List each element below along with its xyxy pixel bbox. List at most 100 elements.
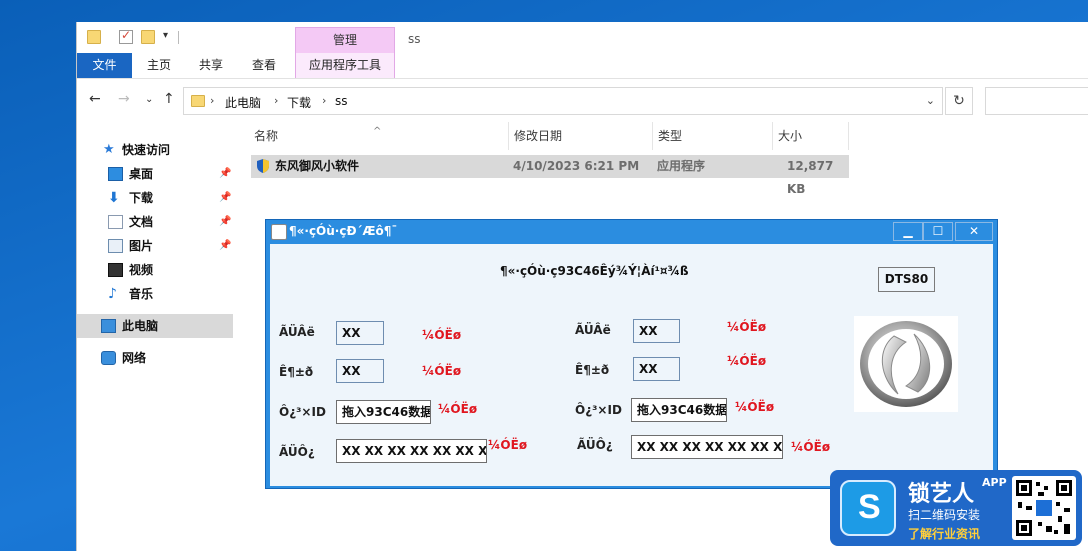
recent-locations-icon[interactable]: ⌄ <box>145 94 153 105</box>
tab-view[interactable]: 查看 <box>252 53 276 78</box>
breadcrumb-downloads[interactable]: 下载 <box>287 94 311 111</box>
watermark-app-badge: APP <box>982 476 1007 489</box>
dts80-button[interactable]: DTS80 <box>878 267 935 292</box>
right-password-status: ¼ÓËø <box>727 320 767 334</box>
left-ident-field[interactable]: XX <box>336 359 384 383</box>
brand-logo-glyph: S <box>858 488 881 526</box>
up-arrow-icon[interactable]: ↑ <box>163 91 175 107</box>
sidebar-item-label: 此电脑 <box>122 319 159 333</box>
address-box[interactable]: › 此电脑 › 下载 › ss ⌄ <box>183 87 943 115</box>
left-password-field[interactable]: XX <box>336 321 384 345</box>
pin-icon: 📌 <box>219 168 232 179</box>
sidebar-item-desktop[interactable]: 桌面 📌 <box>77 162 233 186</box>
sidebar-item-downloads[interactable]: ⬇ 下载 📌 <box>77 186 233 210</box>
music-note-icon: ♪ <box>108 286 117 302</box>
network-icon <box>101 351 116 365</box>
sort-ascending-icon: ^ <box>373 126 382 137</box>
tab-file[interactable]: 文件 <box>77 53 132 78</box>
tool-dialog-window: ¶«·çÓù·çÐ´Æô¶¯ ▁ ☐ ✕ ¶«·çÓù·ç93C46Êý¾Ý¦À… <box>265 219 998 489</box>
dialog-heading: ¶«·çÓù·ç93C46Êý¾Ý¦Àí¹¤¾ß <box>500 264 689 278</box>
dialog-client-area: ¶«·çÓù·ç93C46Êý¾Ý¦Àí¹¤¾ß DTS80 ÃÜÂë XX ¼… <box>270 244 993 486</box>
refresh-icon[interactable]: ↻ <box>945 87 973 115</box>
checklist-icon[interactable] <box>119 28 133 44</box>
close-icon[interactable]: ✕ <box>955 222 993 241</box>
column-header-name[interactable]: 名称 ^ <box>249 122 509 150</box>
address-dropdown-icon[interactable]: ⌄ <box>926 94 935 107</box>
sidebar-item-label: 网络 <box>122 351 147 365</box>
address-bar-row: ← → ⌄ ↑ › 此电脑 › 下载 › ss ⌄ ↻ <box>77 85 1088 115</box>
sidebar-item-label: 快速访问 <box>122 143 171 157</box>
brand-logo-icon: S <box>840 480 896 536</box>
column-header-modified[interactable]: 修改日期 <box>509 122 653 150</box>
watermark-info-text: 了解行业资讯 <box>908 527 981 541</box>
back-arrow-icon[interactable]: ← <box>89 91 101 107</box>
quick-access-toolbar: ▾ 管理 ss <box>77 22 1088 53</box>
desktop-icon <box>108 167 123 181</box>
file-modified: 4/10/2023 6:21 PM <box>513 159 640 173</box>
breadcrumb-ss[interactable]: ss <box>335 94 348 108</box>
sidebar-item-network[interactable]: 网络 <box>77 346 233 370</box>
right-key-status: ¼ÓËø <box>791 440 831 454</box>
tab-app-tools[interactable]: 应用程序工具 <box>295 53 395 78</box>
right-ident-label: Ê¶±ð <box>575 363 610 377</box>
right-ident-status: ¼ÓËø <box>727 354 767 368</box>
forward-arrow-icon[interactable]: → <box>118 91 130 107</box>
download-arrow-icon: ⬇ <box>108 190 120 206</box>
sidebar-item-quick-access[interactable]: ★ 快速访问 <box>77 138 233 162</box>
maximize-icon[interactable]: ☐ <box>923 222 953 241</box>
car-logo-image <box>854 316 958 412</box>
qat-separator <box>178 31 179 44</box>
dialog-title-bar[interactable]: ¶«·çÓù·çÐ´Æô¶¯ ▁ ☐ ✕ <box>266 220 997 244</box>
right-key-id-field[interactable]: 拖入93C46数据 <box>631 398 727 422</box>
file-size: 12,877 KB <box>787 159 834 196</box>
car-logo-icon <box>860 321 952 407</box>
sidebar-item-pictures[interactable]: 图片 📌 <box>77 234 233 258</box>
left-key-id-field[interactable]: 拖入93C46数据 <box>336 400 431 424</box>
sidebar-item-documents[interactable]: 文档 📌 <box>77 210 233 234</box>
breadcrumb-separator: › <box>274 94 279 107</box>
table-row[interactable]: 东风御风小软件 4/10/2023 6:21 PM 应用程序 12,877 KB <box>251 155 849 196</box>
window-title: ss <box>408 32 421 46</box>
sidebar-item-label: 下载 <box>129 191 154 205</box>
left-key-field[interactable]: XX XX XX XX XX XX XX <box>336 439 487 463</box>
right-ident-field[interactable]: XX <box>633 357 680 381</box>
column-header-size[interactable]: 大小 <box>773 122 849 150</box>
app-icon <box>271 224 287 240</box>
file-list: 名称 ^ 修改日期 类型 大小 东风御风小软件 4/10/2023 6:21 P… <box>249 122 1088 196</box>
sidebar-item-this-pc[interactable]: 此电脑 <box>77 314 233 338</box>
right-key-id-label: Ô¿³×ID <box>575 403 622 417</box>
shield-icon <box>257 159 269 173</box>
left-key-status: ¼ÓËø <box>488 438 528 452</box>
minimize-icon[interactable]: ▁ <box>893 222 923 241</box>
right-key-label: ÃÜÔ¿ <box>577 438 613 452</box>
computer-icon <box>101 319 116 333</box>
breadcrumb-separator: › <box>210 94 215 107</box>
left-password-label: ÃÜÂë <box>279 325 315 339</box>
search-input[interactable] <box>985 87 1088 115</box>
right-password-label: ÃÜÂë <box>575 323 611 337</box>
breadcrumb-this-pc[interactable]: 此电脑 <box>225 94 261 111</box>
folder-icon <box>191 95 205 107</box>
pin-icon: 📌 <box>219 192 232 203</box>
column-header-label: 名称 <box>254 129 279 143</box>
right-password-field[interactable]: XX <box>633 319 680 343</box>
left-key-label: ÃÜÔ¿ <box>279 445 315 459</box>
qat-dropdown-icon[interactable]: ▾ <box>163 30 168 41</box>
navigation-pane: ★ 快速访问 桌面 📌 ⬇ 下载 📌 文档 📌 图片 📌 视频 ♪ 音乐 此电脑… <box>77 132 233 551</box>
sidebar-item-music[interactable]: ♪ 音乐 <box>77 282 233 306</box>
watermark-scan-text: 扫二维码安装 <box>908 508 981 522</box>
sidebar-item-label: 桌面 <box>129 167 154 181</box>
folder-icon[interactable] <box>87 30 101 44</box>
new-folder-icon[interactable] <box>141 30 155 44</box>
watermark-brand: 锁艺人 <box>908 482 975 507</box>
right-key-field[interactable]: XX XX XX XX XX XX XX <box>631 435 783 459</box>
manage-tab[interactable]: 管理 <box>295 27 395 53</box>
tab-share[interactable]: 共享 <box>199 53 223 78</box>
qr-code-icon <box>1012 476 1076 540</box>
file-type: 应用程序 <box>657 159 706 173</box>
sidebar-item-videos[interactable]: 视频 <box>77 258 233 282</box>
column-header-type[interactable]: 类型 <box>653 122 773 150</box>
tab-home[interactable]: 主页 <box>147 53 171 78</box>
sidebar-item-label: 图片 <box>129 239 154 253</box>
ribbon-tabs: 文件 主页 共享 查看 应用程序工具 <box>77 53 1088 79</box>
